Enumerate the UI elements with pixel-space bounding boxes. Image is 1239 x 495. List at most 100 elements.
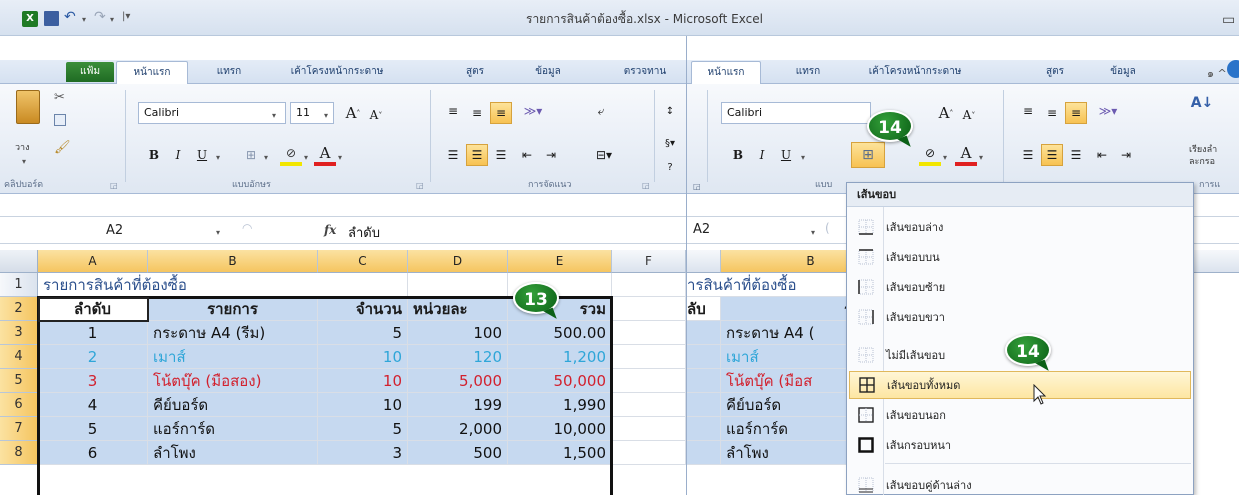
- italic-button-right[interactable]: I: [751, 144, 773, 166]
- underline-button-right[interactable]: U: [775, 144, 797, 166]
- cell[interactable]: [612, 441, 686, 465]
- shrink-font-icon-right[interactable]: A ˅: [959, 104, 979, 126]
- fx-button[interactable]: fx: [324, 223, 336, 237]
- cell[interactable]: [612, 417, 686, 441]
- undo-dropdown-icon[interactable]: ▾: [82, 12, 86, 25]
- cell[interactable]: [612, 345, 686, 369]
- column-header-a[interactable]: A: [38, 250, 148, 273]
- underline-button[interactable]: U: [191, 144, 213, 166]
- font-name-combo-right[interactable]: Calibri: [721, 102, 871, 124]
- row-header-4[interactable]: 4: [0, 345, 38, 369]
- redo-dropdown-icon[interactable]: ▾: [110, 12, 114, 25]
- number-format-icon[interactable]: ↕: [660, 100, 680, 122]
- column-header-a-right[interactable]: [687, 250, 721, 273]
- copy-icon[interactable]: [54, 114, 66, 126]
- cell[interactable]: [687, 441, 721, 465]
- increase-indent-icon-right[interactable]: ⇥: [1115, 144, 1137, 166]
- tab-insert-right[interactable]: แทรก: [783, 61, 833, 83]
- paste-icon[interactable]: [16, 90, 40, 124]
- shrink-font-icon[interactable]: A ˅: [366, 104, 386, 126]
- cell[interactable]: [612, 321, 686, 345]
- tab-formulas[interactable]: สูตร: [460, 61, 490, 83]
- cell[interactable]: [408, 273, 508, 297]
- cell[interactable]: [612, 369, 686, 393]
- name-box[interactable]: A2: [58, 221, 238, 241]
- minimize-button[interactable]: ▭: [1222, 12, 1235, 28]
- font-name-combo[interactable]: Calibri: [138, 102, 286, 124]
- tab-file[interactable]: แฟ้ม: [66, 62, 114, 82]
- tab-page-layout-right[interactable]: เค้าโครงหน้ากระดาษ: [855, 61, 975, 83]
- align-center-icon-right[interactable]: ☰: [1041, 144, 1063, 166]
- wrap-text-icon[interactable]: ⤶: [590, 100, 612, 122]
- merge-center-icon[interactable]: ⊟▾: [590, 144, 618, 166]
- font-color-dropdown-icon-right[interactable]: ▾: [979, 150, 983, 163]
- decrease-indent-icon[interactable]: ⇤: [516, 144, 538, 166]
- cell[interactable]: [318, 273, 408, 297]
- underline-dropdown-icon-right[interactable]: ▾: [801, 150, 805, 163]
- paste-button[interactable]: วาง: [15, 140, 30, 154]
- orientation-icon[interactable]: ≫▾: [518, 100, 548, 122]
- sheet-title-cell[interactable]: รายการสินค้าที่ต้องซื้อ: [38, 273, 318, 297]
- menu-item-right-border[interactable]: เส้นขอบขวา: [849, 303, 1191, 331]
- number-format-icon-3[interactable]: ?: [660, 156, 680, 178]
- name-box-dropdown-icon[interactable]: ▾: [216, 225, 220, 238]
- font-size-dropdown-icon[interactable]: ▾: [324, 108, 328, 121]
- align-left-icon-right[interactable]: ☰: [1017, 144, 1039, 166]
- align-middle-icon[interactable]: ≡: [466, 102, 488, 124]
- row-header-6[interactable]: 6: [0, 393, 38, 417]
- clipboard-launcher-right[interactable]: ◲: [693, 182, 701, 191]
- excel-icon[interactable]: X: [22, 11, 38, 27]
- number-format-icon-2[interactable]: §▾: [660, 132, 680, 154]
- clipboard-launcher-icon[interactable]: ◲: [110, 181, 118, 190]
- name-box-right[interactable]: A2: [693, 222, 710, 237]
- redo-icon[interactable]: ↷: [94, 9, 106, 25]
- underline-dropdown-icon[interactable]: ▾: [216, 150, 220, 163]
- align-right-icon[interactable]: ☰: [490, 144, 512, 166]
- menu-item-bottom-double-border[interactable]: เส้นขอบคู่ด้านล่าง: [849, 471, 1191, 495]
- cell[interactable]: [687, 369, 721, 393]
- sort-filter-label-2[interactable]: ละกรอ: [1189, 154, 1215, 168]
- orientation-icon-right[interactable]: ≫▾: [1093, 100, 1123, 122]
- row-header-3[interactable]: 3: [0, 321, 38, 345]
- menu-item-all-borders[interactable]: เส้นขอบทั้งหมด: [849, 371, 1191, 399]
- cell[interactable]: [612, 273, 686, 297]
- menu-item-top-border[interactable]: เส้นขอบบน: [849, 243, 1191, 271]
- fill-color-dropdown-icon[interactable]: ▾: [304, 150, 308, 163]
- tab-insert[interactable]: แทรก: [205, 61, 253, 83]
- tab-formulas-right[interactable]: สูตร: [1037, 61, 1073, 83]
- tab-home-right[interactable]: หน้าแรก: [691, 61, 761, 84]
- decrease-indent-icon-right[interactable]: ⇤: [1091, 144, 1113, 166]
- align-left-icon[interactable]: ☰: [442, 144, 464, 166]
- column-header-c[interactable]: C: [318, 250, 408, 273]
- cell[interactable]: [687, 321, 721, 345]
- align-center-icon[interactable]: ☰: [466, 144, 488, 166]
- align-bottom-icon-right[interactable]: ≡: [1065, 102, 1087, 124]
- border-dropdown-icon[interactable]: ▾: [264, 150, 268, 163]
- select-all-corner[interactable]: [0, 250, 38, 273]
- cell[interactable]: [612, 393, 686, 417]
- bold-button-right[interactable]: B: [727, 144, 749, 166]
- save-icon[interactable]: [44, 11, 59, 26]
- sort-filter-icon[interactable]: A↓: [1191, 92, 1214, 114]
- align-bottom-icon[interactable]: ≡: [490, 102, 512, 124]
- tab-review[interactable]: ตรวจทาน: [610, 61, 680, 83]
- bold-button[interactable]: B: [143, 144, 165, 166]
- undo-icon[interactable]: ↶: [64, 9, 76, 25]
- column-header-e[interactable]: E: [508, 250, 612, 273]
- grow-font-icon-right[interactable]: A ˄: [935, 102, 957, 124]
- paste-dropdown-icon[interactable]: ▾: [22, 154, 26, 167]
- cell[interactable]: [612, 297, 686, 321]
- column-header-d[interactable]: D: [408, 250, 508, 273]
- align-top-icon[interactable]: ≡: [442, 100, 464, 122]
- tab-data[interactable]: ข้อมูล: [528, 61, 568, 83]
- cut-icon[interactable]: ✂: [54, 90, 65, 105]
- grow-font-icon[interactable]: A ˄: [342, 102, 364, 124]
- align-right-icon-right[interactable]: ☰: [1065, 144, 1087, 166]
- font-color-dropdown-icon[interactable]: ▾: [338, 150, 342, 163]
- formula-input[interactable]: ลำดับ: [348, 222, 380, 243]
- menu-item-left-border[interactable]: เส้นขอบซ้าย: [849, 273, 1191, 301]
- row-header-1[interactable]: 1: [0, 273, 38, 297]
- row-header-7[interactable]: 7: [0, 417, 38, 441]
- menu-item-thick-box-border[interactable]: เส้นกรอบหนา: [849, 431, 1191, 459]
- customize-qat-icon[interactable]: |▾: [122, 11, 130, 22]
